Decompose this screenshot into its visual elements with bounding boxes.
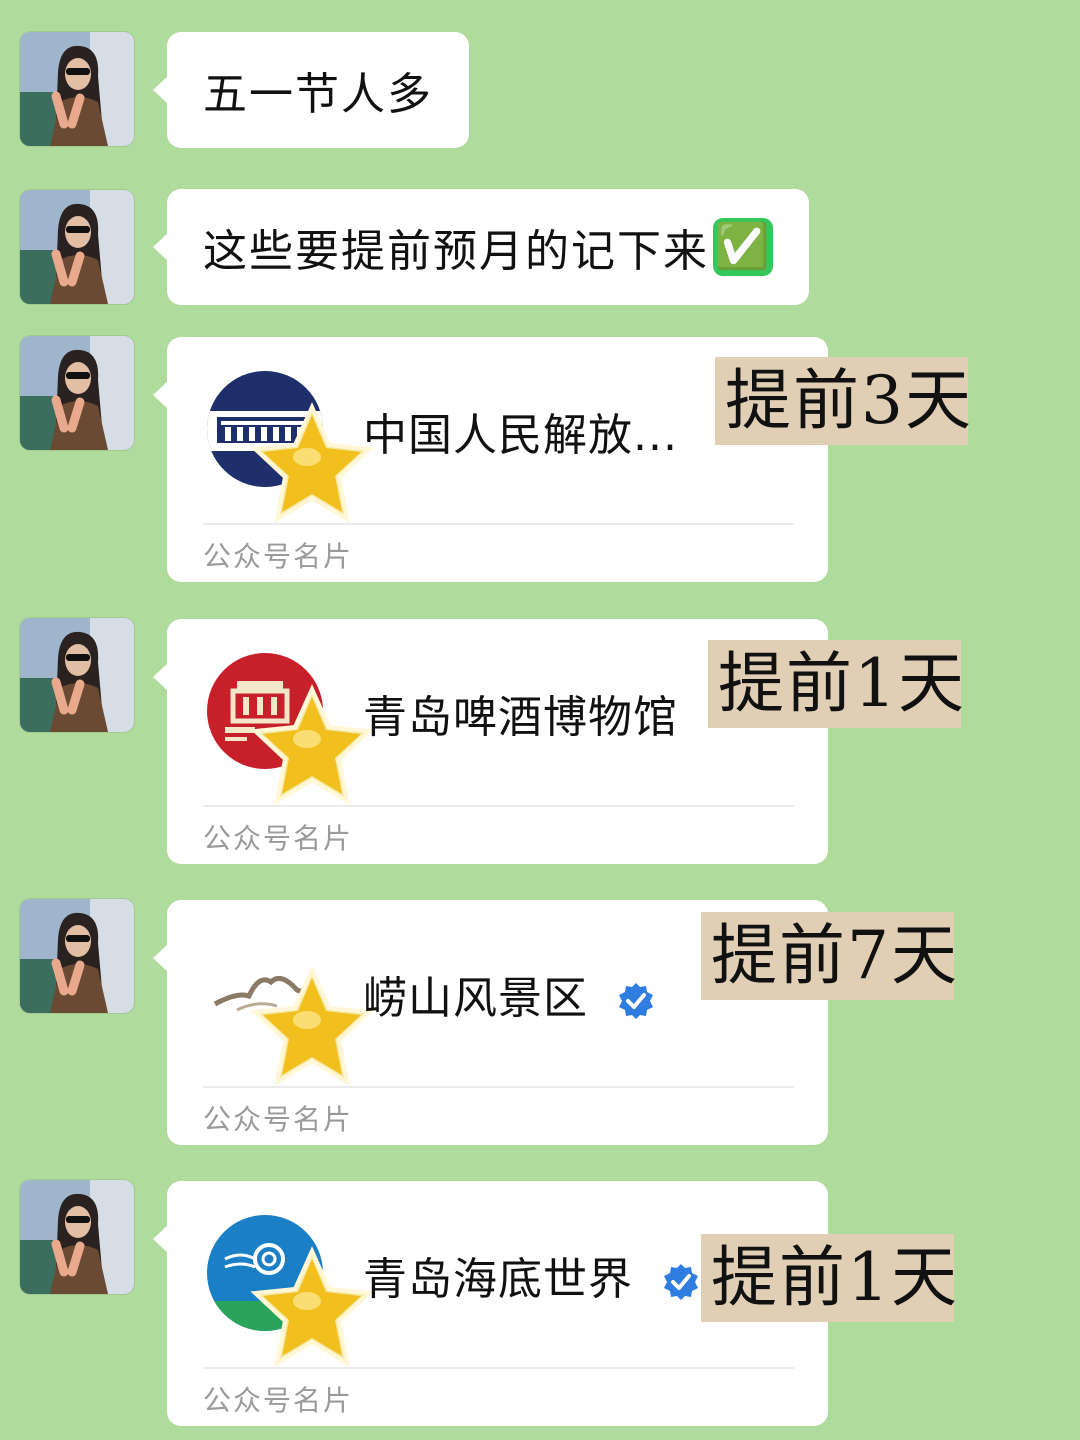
card-type-label: 公众号名片	[203, 822, 354, 855]
account-name: 青岛海底世界	[363, 1243, 700, 1307]
verified-badge-icon	[664, 1264, 698, 1300]
verified-badge-icon	[619, 983, 653, 1019]
account-name: 青岛啤酒博物馆	[363, 692, 678, 743]
divider	[203, 1367, 794, 1369]
divider	[203, 523, 794, 525]
message-text: 这些要提前预月的记下来	[203, 226, 709, 277]
avatar-photo	[20, 1180, 134, 1294]
account-name: 中国人民解放...	[363, 410, 678, 461]
star-icon	[250, 684, 374, 806]
sender-avatar[interactable]	[20, 32, 134, 146]
sender-avatar[interactable]	[20, 899, 134, 1013]
avatar-photo	[20, 336, 134, 450]
card-type-label: 公众号名片	[203, 540, 354, 573]
divider	[203, 805, 794, 807]
card-type-label: 公众号名片	[203, 1384, 354, 1417]
avatar-photo	[20, 618, 134, 732]
check-mark-icon: ✅	[713, 218, 773, 276]
advance-booking-tag: 提前7天	[701, 912, 957, 1000]
account-name: 崂山风景区	[363, 962, 655, 1026]
advance-booking-tag: 提前3天	[715, 357, 971, 445]
avatar-photo	[20, 32, 134, 146]
sender-avatar[interactable]	[20, 190, 134, 304]
message-bubble[interactable]: 五一节人多	[153, 32, 469, 148]
avatar-photo	[20, 190, 134, 304]
star-icon	[250, 1246, 374, 1368]
card-type-label: 公众号名片	[203, 1103, 354, 1136]
divider	[203, 1086, 794, 1088]
advance-booking-tag: 提前1天	[701, 1234, 957, 1322]
message-text: 五一节人多	[203, 69, 433, 120]
sender-avatar[interactable]	[20, 336, 134, 450]
star-icon	[250, 402, 374, 524]
avatar-photo	[20, 899, 134, 1013]
sender-avatar[interactable]	[20, 618, 134, 732]
message-bubble[interactable]: 这些要提前预月的记下来 ✅	[153, 189, 809, 305]
star-icon	[250, 965, 374, 1087]
sender-avatar[interactable]	[20, 1180, 134, 1294]
advance-booking-tag: 提前1天	[708, 640, 964, 728]
